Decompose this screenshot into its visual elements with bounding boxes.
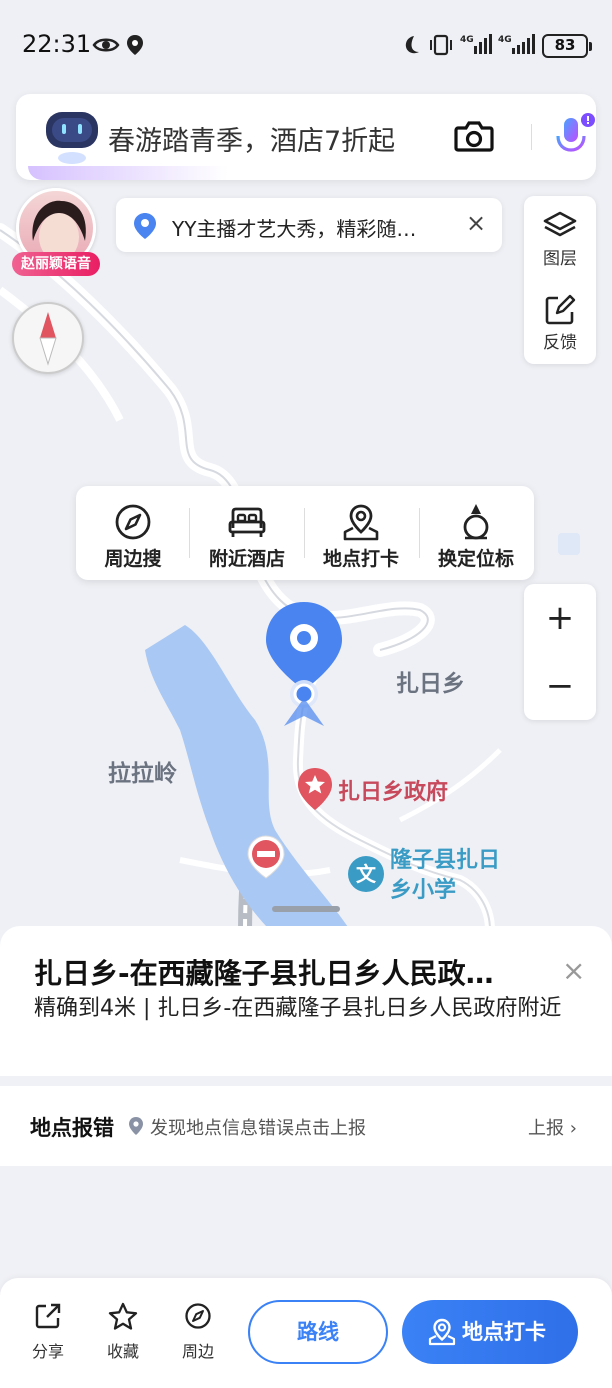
- change-marker-button[interactable]: 换定位标: [419, 486, 533, 580]
- poi-label-school-line1: 隆子县扎日: [390, 848, 501, 873]
- bed-icon: [228, 507, 266, 537]
- share-label: 分享: [31, 1342, 64, 1361]
- share-icon: [35, 1303, 61, 1329]
- location-marker-icon: [266, 602, 342, 726]
- compass-icon: [39, 312, 57, 366]
- change-marker-label: 换定位标: [437, 548, 514, 570]
- microphone-icon[interactable]: [552, 112, 596, 162]
- checkin-menu-button[interactable]: 地点打卡: [304, 486, 418, 580]
- search-divider: [531, 124, 532, 150]
- compass-icon: [185, 1303, 211, 1329]
- report-hint: 发现地点信息错误点击上报: [150, 1118, 366, 1139]
- place-description: 精确到4米 | 扎日乡-在西藏隆子县扎日乡人民政府附近: [34, 996, 562, 1021]
- location-status-icon: [127, 35, 143, 55]
- checkin-menu-label: 地点打卡: [322, 548, 399, 570]
- poi-label-school[interactable]: 隆子县扎日 乡小学: [390, 846, 500, 906]
- sheet-close-icon[interactable]: ×: [562, 954, 585, 987]
- signal-icon-2: 4G: [498, 34, 535, 54]
- report-error-row[interactable]: 地点报错 发现地点信息错误点击上报 上报 ›: [0, 1086, 612, 1166]
- checkin-label: 地点打卡: [462, 1320, 546, 1344]
- map-label-lalaling[interactable]: 拉拉岭: [108, 754, 177, 788]
- camera-icon[interactable]: [452, 114, 496, 158]
- quick-action-menu: 周边搜 附近酒店 地点打卡 换定位标: [76, 486, 534, 580]
- location-pin-icon: [134, 213, 156, 239]
- poi-label-gov[interactable]: 扎日乡政府: [338, 774, 448, 806]
- nearby-hotels-button[interactable]: 附近酒店: [190, 486, 304, 580]
- bottom-action-bar: 分享 收藏 周边 路线 地点打卡: [0, 1278, 612, 1388]
- layers-button[interactable]: 图层: [524, 202, 596, 282]
- zoom-controls: + −: [524, 584, 596, 720]
- zoom-out-button[interactable]: −: [524, 652, 596, 720]
- compass-button[interactable]: [12, 302, 84, 374]
- place-detail-sheet: 扎日乡-在西藏隆子县扎日乡人民政… × 精确到4米 | 扎日乡-在西藏隆子县扎日…: [0, 926, 612, 1076]
- map-label-zari[interactable]: 扎日乡: [396, 664, 465, 698]
- government-poi-icon[interactable]: [296, 766, 334, 812]
- notice-text[interactable]: YY主播才艺大秀，精彩随…: [172, 213, 416, 242]
- avatar-label: 赵丽颖语音: [12, 252, 100, 276]
- star-icon: [108, 1302, 138, 1330]
- sheet-drag-handle[interactable]: [272, 906, 340, 912]
- signal-1-network: 4G: [460, 35, 474, 45]
- report-action-link[interactable]: 上报 ›: [528, 1114, 577, 1140]
- notice-banner[interactable]: YY主播才艺大秀，精彩随… ×: [116, 198, 502, 252]
- nearby-hotels-label: 附近酒店: [208, 548, 285, 570]
- layers-label: 图层: [543, 249, 577, 269]
- nearby-button[interactable]: 周边: [168, 1302, 228, 1362]
- favorite-label: 收藏: [106, 1342, 139, 1361]
- report-title: 地点报错: [30, 1116, 114, 1140]
- ai-assistant-icon[interactable]: [42, 108, 102, 164]
- status-bar: 22:31 4G 4G 83: [0, 0, 612, 90]
- feedback-button[interactable]: 反馈: [524, 288, 596, 368]
- vibrate-icon: [430, 34, 452, 56]
- location-marker-icon: [463, 504, 489, 540]
- school-poi-icon[interactable]: 文: [348, 856, 384, 892]
- voice-avatar[interactable]: 赵丽颖语音: [12, 188, 100, 278]
- favorite-button[interactable]: 收藏: [93, 1302, 153, 1362]
- signal-2-network: 4G: [498, 35, 512, 45]
- nearby-search-button[interactable]: 周边搜: [76, 486, 190, 580]
- status-time: 22:31: [22, 30, 92, 58]
- share-button[interactable]: 分享: [18, 1302, 78, 1362]
- map-pin-icon: [343, 504, 379, 541]
- nearby-label: 周边: [181, 1342, 214, 1361]
- search-glow: [28, 166, 228, 180]
- nearby-search-label: 周边搜: [104, 548, 162, 570]
- eye-icon: [92, 38, 120, 52]
- search-bar[interactable]: 春游踏青季，酒店7折起: [16, 94, 596, 180]
- poi-label-school-line2: 乡小学: [390, 878, 457, 903]
- moon-icon: [405, 36, 419, 54]
- no-entry-icon[interactable]: [246, 834, 286, 880]
- map-small-marker: [558, 533, 580, 555]
- search-placeholder[interactable]: 春游踏青季，酒店7折起: [108, 119, 395, 158]
- zoom-in-button[interactable]: +: [524, 584, 596, 652]
- location-pin-icon: [129, 1117, 143, 1135]
- layers-icon: [543, 211, 577, 237]
- feedback-icon: [545, 294, 576, 325]
- map-pin-icon: [428, 1318, 456, 1346]
- route-button[interactable]: 路线: [248, 1300, 388, 1364]
- compass-icon: [115, 504, 151, 540]
- signal-icon-1: 4G: [460, 34, 492, 54]
- battery-indicator: 83: [542, 34, 592, 58]
- place-title: 扎日乡-在西藏隆子县扎日乡人民政…: [34, 957, 494, 990]
- feedback-label: 反馈: [543, 333, 577, 353]
- checkin-button[interactable]: 地点打卡: [402, 1300, 578, 1364]
- layer-panel: 图层 反馈: [524, 196, 596, 364]
- notice-close-icon[interactable]: ×: [466, 210, 486, 236]
